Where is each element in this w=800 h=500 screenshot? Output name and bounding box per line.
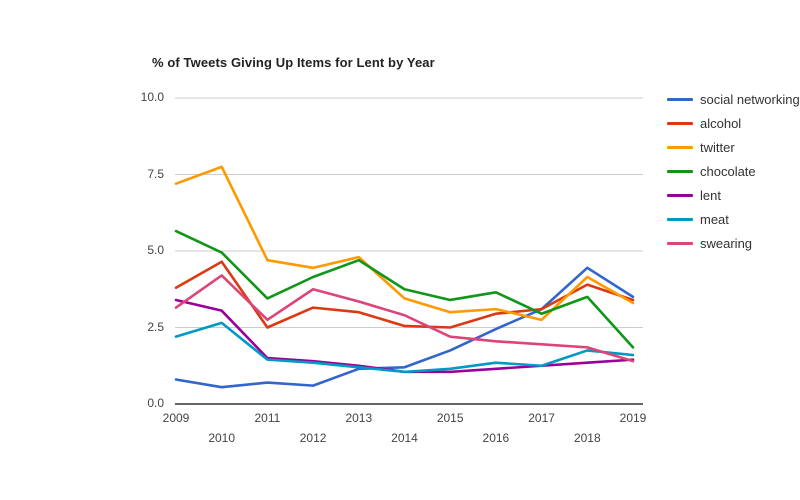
x-axis-tick-label: 2019 [619, 411, 647, 425]
legend-item-label: lent [700, 188, 721, 203]
legend-item-meat[interactable]: meat [667, 210, 800, 231]
y-axis-tick-label: 0.0 [147, 396, 164, 410]
gridlines [175, 97, 643, 405]
legend-item-label: chocolate [700, 164, 756, 179]
x-axis-tick-label: 2011 [254, 411, 281, 425]
legend-item-label: alcohol [700, 116, 742, 131]
legend-item-alcohol[interactable]: alcohol [667, 114, 800, 135]
line-chart: % of Tweets Giving Up Items for Lent by … [0, 0, 800, 500]
legend-item-swearing[interactable]: swearing [667, 234, 800, 255]
legend-color-swatch-icon [667, 218, 693, 221]
x-axis-tick-label: 2016 [482, 431, 510, 445]
legend-item-twitter[interactable]: twitter [667, 138, 800, 159]
x-axis-tick-label: 2013 [345, 411, 373, 425]
x-axis-tick-label: 2010 [208, 431, 236, 445]
y-axis-tick-label: 5.0 [147, 243, 164, 257]
legend-item-social-networking[interactable]: social networking [667, 90, 800, 111]
x-axis-tick-label: 2012 [299, 431, 327, 445]
chart-legend: social networking alcohol twitter chocolate… [667, 90, 800, 258]
x-axis-tick-label: 2015 [436, 411, 464, 425]
legend-color-swatch-icon [667, 242, 693, 245]
legend-item-label: social networking [700, 92, 800, 107]
y-axis-tick-label: 2.5 [147, 319, 164, 334]
x-axis-tick-label: 2018 [573, 431, 601, 445]
legend-item-label: meat [700, 212, 729, 227]
legend-item-label: swearing [700, 236, 753, 251]
legend-color-swatch-icon [667, 122, 693, 125]
x-axis-tick-label: 2009 [162, 411, 190, 425]
legend-color-swatch-icon [667, 194, 693, 197]
legend-item-lent[interactable]: lent [667, 186, 800, 207]
legend-item-label: twitter [700, 140, 735, 155]
series-line-lent[interactable] [174, 298, 635, 374]
series-line-alcohol[interactable] [174, 260, 635, 329]
y-axis-tick-label: 10.0 [140, 90, 164, 104]
x-axis-tick-label: 2017 [528, 411, 555, 425]
legend-color-swatch-icon [667, 170, 693, 173]
legend-item-chocolate[interactable]: chocolate [667, 162, 800, 183]
legend-color-swatch-icon [667, 146, 693, 149]
legend-color-swatch-icon [667, 98, 693, 101]
x-axis-tick-label: 2014 [391, 431, 418, 445]
series-lines [174, 165, 635, 389]
y-axis-tick-label: 7.5 [147, 166, 164, 181]
